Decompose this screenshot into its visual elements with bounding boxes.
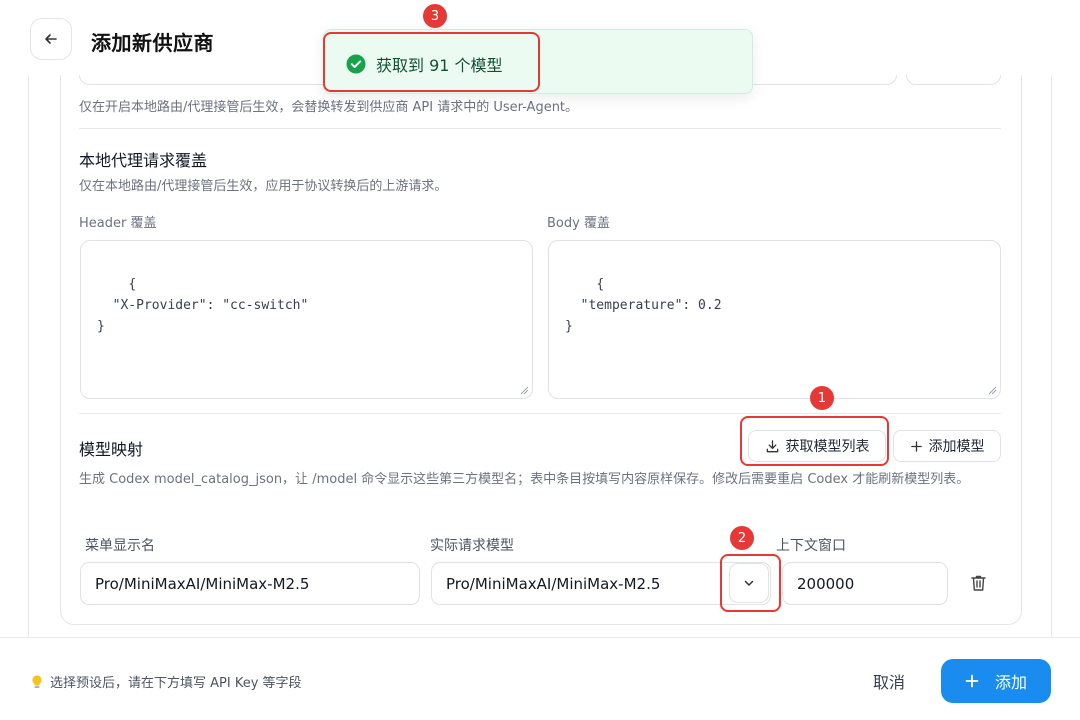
body-override-textarea[interactable]: { "temperature": 0.2 } — [548, 240, 1001, 399]
context-window-input[interactable]: 200000 — [782, 562, 948, 605]
column-context-window: 上下文窗口 — [776, 538, 846, 554]
annotation-badge-2: 2 — [730, 526, 754, 550]
footer-hint-text: 选择预设后，请在下方填写 API Key 等字段 — [50, 676, 302, 691]
proxy-override-title: 本地代理请求覆盖 — [79, 151, 208, 170]
body-override-label: Body 覆盖 — [547, 216, 610, 231]
add-model-button[interactable]: 添加模型 — [893, 430, 1001, 462]
column-request-model: 实际请求模型 — [430, 538, 514, 554]
delete-row-button[interactable] — [967, 572, 989, 594]
footer-hint: 选择预设后，请在下方填写 API Key 等字段 — [30, 672, 302, 691]
arrow-left-icon — [45, 34, 57, 44]
header-override-textarea[interactable]: { "X-Provider": "cc-switch" } — [80, 240, 533, 399]
resize-grip-icon[interactable] — [519, 385, 529, 395]
resize-grip-icon[interactable] — [987, 385, 997, 395]
highlight-box-toast — [323, 32, 540, 92]
highlight-box-dropdown — [720, 554, 781, 612]
page-title: 添加新供应商 — [91, 31, 214, 55]
plus-icon — [910, 440, 922, 452]
form-scroll-area[interactable]: 仅在开启本地路由/代理接管后生效，会替换转发到供应商 API 请求中的 User… — [28, 75, 1052, 637]
add-provider-label: 添加 — [994, 673, 1027, 692]
highlight-box-fetch — [740, 416, 889, 466]
divider — [79, 128, 1001, 129]
model-mapping-title: 模型映射 — [79, 440, 144, 459]
cancel-button[interactable]: 取消 — [856, 664, 922, 698]
trash-icon — [970, 575, 986, 591]
annotation-badge-3: 3 — [423, 4, 447, 28]
display-name-input[interactable]: Pro/MiniMaxAI/MiniMax-M2.5 — [80, 562, 420, 605]
user-agent-hint: 仅在开启本地路由/代理接管后生效，会替换转发到供应商 API 请求中的 User… — [79, 100, 579, 115]
footer-bar: 选择预设后，请在下方填写 API Key 等字段 取消 添加 — [0, 637, 1080, 720]
header-override-value: { "X-Provider": "cc-switch" } — [97, 277, 309, 334]
user-agent-button[interactable] — [906, 75, 1001, 85]
proxy-override-hint: 仅在本地路由/代理接管后生效，应用于协议转换后的上游请求。 — [79, 179, 448, 194]
column-display-name: 菜单显示名 — [85, 538, 155, 554]
add-provider-button[interactable]: 添加 — [941, 659, 1051, 703]
lightbulb-icon — [32, 674, 42, 688]
plus-icon — [965, 674, 979, 688]
add-model-label: 添加模型 — [928, 439, 985, 455]
annotation-badge-1: 1 — [810, 386, 834, 410]
model-mapping-description: 生成 Codex model_catalog_json，让 /model 命令显… — [79, 472, 970, 487]
header-override-label: Header 覆盖 — [79, 216, 157, 231]
divider — [79, 413, 1001, 414]
body-override-value: { "temperature": 0.2 } — [565, 277, 722, 334]
back-button[interactable] — [30, 18, 72, 60]
